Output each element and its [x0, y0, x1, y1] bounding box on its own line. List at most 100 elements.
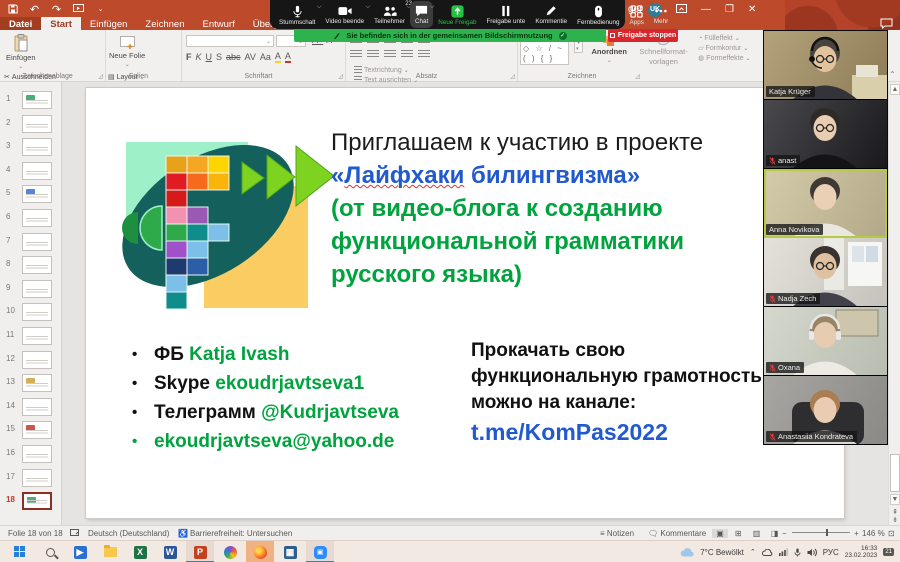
align-right-icon[interactable]	[384, 50, 396, 59]
file-explorer[interactable]	[96, 541, 124, 562]
normal-view-icon[interactable]: ▣	[712, 529, 728, 538]
slide-thumbnail-8[interactable]: 8	[0, 255, 60, 277]
slide-title[interactable]: Приглашаем к участию в проекте «Лайфхаки…	[331, 126, 831, 291]
align-center-icon[interactable]	[367, 50, 379, 59]
dialog-launcher-icon[interactable]: ◿	[338, 73, 343, 80]
slide-thumbnail-15[interactable]: 15	[0, 420, 60, 442]
zoom-in-icon[interactable]: +	[854, 529, 859, 538]
display-settings-icon[interactable]	[70, 529, 79, 539]
slide-thumbnail-1[interactable]: 1	[0, 90, 60, 112]
video-tile-anastasiia-kondrateva[interactable]: Anastasiia Kondrateva	[764, 376, 887, 445]
shape-effects-button[interactable]: ◍Formeffekte⌄	[698, 54, 750, 62]
fit-slide-icon[interactable]: ⊡	[888, 529, 895, 538]
meeting-apps-button[interactable]: Apps	[625, 1, 649, 28]
shape-glyph-row[interactable]: ◇ ☆ / ~	[523, 44, 566, 54]
slide-thumbnail-7[interactable]: 7	[0, 232, 60, 254]
tab-zeichnen[interactable]: Zeichnen	[136, 17, 193, 30]
slide-thumbnail-16[interactable]: 16	[0, 444, 60, 466]
slide-thumbnail-3[interactable]: 3	[0, 137, 60, 159]
stop-share-button[interactable]: Freigabe stoppen	[608, 29, 678, 42]
zoom-out-icon[interactable]: −	[782, 529, 787, 538]
meeting-participants-button[interactable]: Teilnehmer23⌵	[369, 1, 410, 28]
slide-thumbnail-2[interactable]: 2	[0, 114, 60, 136]
tab-entwurf[interactable]: Entwurf	[194, 17, 244, 30]
weather-text[interactable]: 7°C Bewölkt	[700, 548, 744, 557]
vertical-scrollbar[interactable]: ▲ ▼ ⇞ ⇟	[888, 82, 900, 525]
tab-einfügen[interactable]: Einfügen	[81, 17, 137, 30]
slide-18[interactable]: Приглашаем к участию в проекте «Лайфхаки…	[86, 88, 844, 518]
shape-glyph-row[interactable]: ( ) { }	[523, 54, 566, 64]
close-button[interactable]: ✕	[748, 5, 756, 15]
excel[interactable]: X	[126, 541, 154, 562]
meeting-mute-button[interactable]: Stummschalt⌵	[274, 1, 320, 28]
meeting-annotate-button[interactable]: Kommentie	[530, 1, 572, 28]
notes-button[interactable]: ≡ Notizen	[600, 529, 634, 538]
powerpoint[interactable]: P	[186, 541, 214, 562]
tab-start[interactable]: Start	[41, 17, 81, 30]
restore-button[interactable]: ❐	[725, 5, 734, 15]
microphone-icon[interactable]	[794, 548, 801, 557]
word[interactable]: W	[156, 541, 184, 562]
clock[interactable]: 16:33 23.02.2023	[845, 545, 878, 559]
video-tile-oxana[interactable]: Oxana	[764, 307, 887, 376]
search-button[interactable]	[36, 541, 64, 562]
slide-thumbnail-14[interactable]: 14	[0, 397, 60, 419]
paint3d[interactable]	[216, 541, 244, 562]
font-button-8[interactable]: A	[285, 51, 291, 63]
video-tile-nadja-zech[interactable]: Nadja Zech	[764, 238, 887, 307]
language-status[interactable]: Deutsch (Deutschland)	[88, 529, 169, 538]
onedrive-icon[interactable]	[762, 549, 773, 556]
keyboard-layout[interactable]: РУС	[823, 548, 839, 557]
tray-expand-icon[interactable]: ⌃	[750, 548, 756, 556]
meeting-pause-share-button[interactable]: Freigabe unte	[481, 1, 530, 28]
zoom-slider-thumb[interactable]	[826, 529, 828, 536]
calculator[interactable]: ▦	[276, 541, 304, 562]
slide-thumbnail-6[interactable]: 6	[0, 208, 60, 230]
slide-thumbnail-4[interactable]: 4	[0, 161, 60, 183]
slideshow-icon[interactable]	[72, 3, 85, 16]
shape-fill-button[interactable]: ◔Fülleffekt⌄	[698, 35, 750, 42]
align-left-icon[interactable]	[350, 50, 362, 59]
weather-cloud-icon[interactable]	[680, 548, 694, 557]
promo-text[interactable]: Прокачать свою функциональную грамотност…	[471, 338, 763, 445]
network-icon[interactable]	[779, 548, 788, 556]
minimize-button[interactable]: —	[701, 5, 711, 15]
collapse-ribbon-icon[interactable]: ⌃	[889, 70, 896, 79]
reading-view-icon[interactable]: ▥	[748, 529, 764, 538]
video-tile-anast[interactable]: anast	[764, 100, 887, 169]
ribbon-display-options-icon[interactable]	[676, 4, 687, 16]
start-button[interactable]	[6, 541, 34, 562]
slide-thumbnail-18[interactable]: 18	[0, 491, 60, 513]
slide-thumbnail-5[interactable]: 5	[0, 184, 60, 206]
redo-icon[interactable]: ↷	[50, 3, 63, 16]
meeting-video-button[interactable]: Video beende⌵	[320, 1, 369, 28]
font-button-6[interactable]: Aa	[260, 52, 271, 62]
dialog-launcher-icon[interactable]: ◿	[98, 73, 103, 80]
video-tile-katja-kr-ger[interactable]: Katja Krüger	[764, 31, 887, 100]
slide-sorter-icon[interactable]: ⊞	[730, 529, 746, 538]
slideshow-view-icon[interactable]: ◨	[767, 529, 783, 538]
slide-thumbnail-10[interactable]: 10	[0, 302, 60, 324]
font-button-5[interactable]: AV	[245, 52, 256, 62]
meeting-share-button[interactable]: Neue Freigab	[433, 1, 481, 28]
telegram-channel-link[interactable]: t.me/KomPas2022	[471, 419, 763, 445]
scroll-down-icon[interactable]: ▼	[890, 494, 900, 505]
columns-icon[interactable]	[418, 50, 430, 59]
slide-thumbnail-9[interactable]: 9	[0, 279, 60, 301]
font-button-2[interactable]: U	[206, 52, 213, 62]
notification-badge[interactable]: 21	[883, 548, 894, 556]
meeting-more-button[interactable]: Mehr	[649, 1, 673, 28]
customize-qat-icon[interactable]: ⌄	[94, 3, 107, 16]
font-button-0[interactable]: F	[186, 52, 192, 62]
font-button-1[interactable]: K	[196, 52, 202, 62]
justify-icon[interactable]	[401, 50, 413, 59]
tab-datei[interactable]: Datei	[0, 17, 41, 30]
speaker-icon[interactable]	[807, 548, 817, 557]
new-slide-button[interactable]: Neue Folie⌄	[108, 33, 146, 71]
accessibility-status[interactable]: Barrierefreiheit: Untersuchen	[190, 529, 292, 538]
undo-icon[interactable]: ↶	[28, 3, 41, 16]
zoom-level[interactable]: 146 %	[862, 529, 885, 538]
slide-thumbnail-13[interactable]: 13	[0, 373, 60, 395]
save-icon[interactable]	[6, 3, 19, 16]
scrollbar-thumb[interactable]	[890, 454, 900, 492]
